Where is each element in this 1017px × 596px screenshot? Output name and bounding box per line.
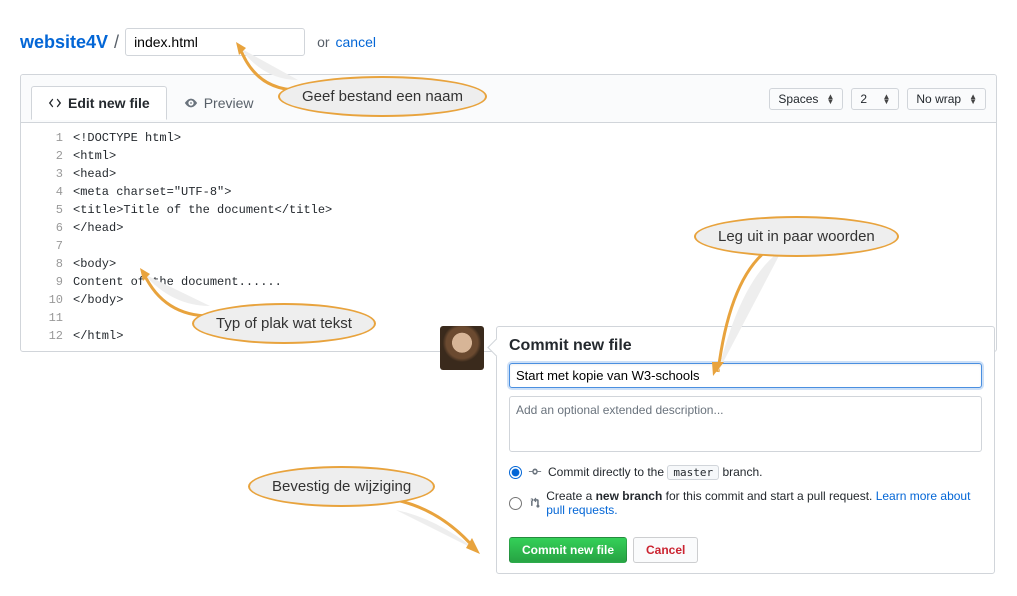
tab-preview-label: Preview [204, 95, 254, 111]
repo-link[interactable]: website4V [20, 32, 108, 53]
callout-name-file: Geef bestand een naam [278, 76, 487, 117]
callout-tail-icon [712, 246, 792, 376]
avatar [440, 326, 484, 370]
eye-icon [184, 96, 198, 110]
commit-direct-option[interactable]: Commit directly to the master branch. [509, 465, 982, 479]
line-gutter: 123456789101112 [21, 129, 73, 345]
callout-confirm: Bevestig de wijziging [248, 466, 435, 507]
commit-description-input[interactable] [509, 396, 982, 452]
indent-size-select[interactable]: 2 ▲▼ [851, 88, 899, 110]
radio-branch[interactable] [509, 497, 522, 510]
path-separator: / [114, 32, 119, 53]
callout-explain: Leg uit in paar woorden [694, 216, 899, 257]
commit-newbranch-option[interactable]: Create a new branch for this commit and … [509, 489, 982, 517]
wrap-select[interactable]: No wrap ▲▼ [907, 88, 986, 110]
git-commit-icon [528, 465, 542, 479]
callout-tail-icon [392, 496, 482, 556]
indent-mode-value: Spaces [778, 92, 818, 106]
updown-icon: ▲▼ [826, 94, 834, 104]
indent-mode-select[interactable]: Spaces ▲▼ [769, 88, 843, 110]
branch-pill: master [667, 465, 719, 480]
updown-icon: ▲▼ [882, 94, 890, 104]
editor-toolbar: Edit new file Preview Spaces ▲▼ 2 ▲▼ No … [21, 75, 996, 123]
tab-edit[interactable]: Edit new file [31, 86, 167, 120]
breadcrumb: website4V / or cancel [20, 28, 997, 56]
commit-newbranch-text: Create a new branch for this commit and … [546, 489, 982, 517]
cancel-link[interactable]: cancel [336, 34, 376, 50]
git-pull-request-icon [528, 496, 540, 510]
wrap-value: No wrap [916, 92, 961, 106]
cancel-button[interactable]: Cancel [633, 537, 698, 563]
commit-button[interactable]: Commit new file [509, 537, 627, 563]
code-icon [48, 96, 62, 110]
updown-icon: ▲▼ [969, 94, 977, 104]
radio-direct[interactable] [509, 466, 522, 479]
indent-size-value: 2 [860, 92, 867, 106]
or-text: or [317, 34, 329, 50]
tab-edit-label: Edit new file [68, 95, 150, 111]
callout-type-text: Typ of plak wat tekst [192, 303, 376, 344]
commit-direct-text: Commit directly to the master branch. [548, 465, 762, 479]
